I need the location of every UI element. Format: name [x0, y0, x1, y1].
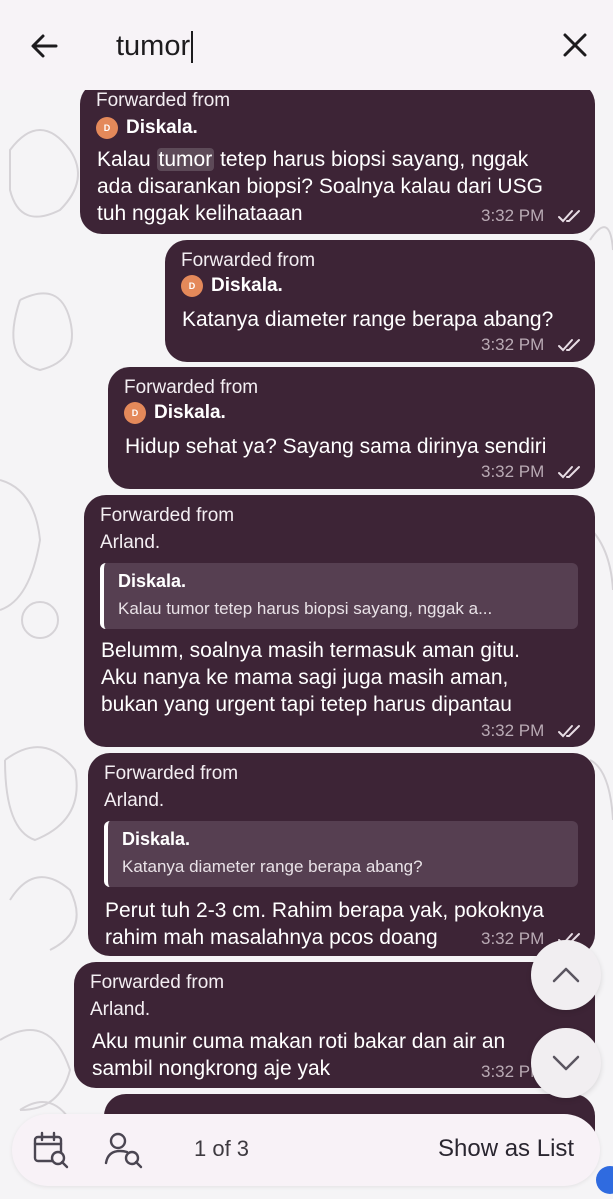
message-time: 3:32 PM: [481, 462, 545, 481]
quote-sender: Diskala.: [118, 571, 187, 591]
forward-sender[interactable]: D Diskala.: [181, 275, 283, 297]
message-bubble[interactable]: Forwarded from D Diskala. Hidup sehat ya…: [108, 367, 595, 489]
sender-name[interactable]: Arland.: [90, 999, 150, 1021]
forwarded-label: Forwarded from: [181, 250, 316, 271]
message-bubble[interactable]: Forwarded from Arland. Aku munir cuma ma…: [74, 962, 595, 1088]
forwarded-label: Forwarded from: [124, 377, 259, 398]
sender-name: Diskala.: [126, 117, 198, 138]
chevron-up-icon: [552, 967, 580, 983]
avatar: D: [96, 117, 118, 139]
show-as-list-button[interactable]: Show as List: [438, 1135, 574, 1163]
quote-text: Katanya diameter range berapa abang?: [122, 857, 423, 876]
search-input[interactable]: tumor: [116, 22, 516, 70]
back-arrow-icon[interactable]: [26, 28, 62, 64]
message-bubble[interactable]: Forwarded from Arland. Diskala. Katanya …: [88, 753, 595, 956]
double-check-icon: [558, 466, 580, 479]
message-bubble[interactable]: Forwarded from Arland. Diskala. Kalau tu…: [84, 495, 595, 747]
message-time: 3:32 PM: [481, 335, 545, 354]
text-caret: [191, 31, 194, 64]
scroll-down-button[interactable]: [531, 1028, 601, 1098]
search-highlight: tumor: [156, 148, 215, 171]
forward-sender[interactable]: D Diskala.: [96, 117, 198, 139]
text-before: Kalau: [97, 148, 157, 171]
quote-sender: Diskala.: [122, 829, 191, 849]
scroll-up-button[interactable]: [531, 940, 601, 1010]
avatar: D: [124, 402, 146, 424]
user-search-icon[interactable]: [104, 1131, 144, 1169]
double-check-icon: [558, 339, 580, 352]
forward-sender[interactable]: D Diskala.: [124, 402, 226, 424]
quote-text: Kalau tumor tetep harus biopsi sayang, n…: [118, 599, 493, 618]
message-text: Katanya diameter range berapa abang?: [182, 308, 554, 331]
forwarded-label: Forwarded from: [104, 763, 239, 784]
message-bubble[interactable]: Forwarded from D Diskala. Kalau tumor te…: [80, 82, 595, 234]
chevron-down-icon: [552, 1055, 580, 1071]
forwarded-label: Forwarded from: [96, 90, 231, 111]
search-results-bar: 1 of 3 Show as List: [12, 1114, 600, 1186]
message-text: Hidup sehat ya? Sayang sama dirinya send…: [125, 435, 547, 458]
sender-name: Diskala.: [211, 275, 283, 296]
result-counter: 1 of 3: [194, 1136, 250, 1161]
sender-name[interactable]: Arland.: [100, 532, 160, 554]
message-time: 3:32 PM: [481, 206, 545, 225]
calendar-search-icon[interactable]: [32, 1131, 70, 1169]
message-bubble[interactable]: Forwarded from D Diskala. Katanya diamet…: [165, 240, 595, 362]
reply-quote[interactable]: Diskala. Kalau tumor tetep harus biopsi …: [100, 563, 578, 629]
avatar: D: [181, 275, 203, 297]
sender-name[interactable]: Arland.: [104, 790, 164, 812]
close-icon[interactable]: [558, 28, 592, 62]
message-time: 3:32 PM: [481, 929, 545, 948]
message-text: Belumm, soalnya masih termasuk aman gitu…: [101, 639, 521, 716]
sender-name: Diskala.: [154, 402, 226, 423]
search-query-text: tumor: [116, 30, 191, 62]
reply-quote[interactable]: Diskala. Katanya diameter range berapa a…: [104, 821, 578, 887]
double-check-icon: [558, 210, 580, 223]
message-time: 3:32 PM: [481, 721, 545, 740]
forwarded-label: Forwarded from: [100, 505, 235, 526]
forwarded-label: Forwarded from: [90, 972, 225, 993]
search-top-bar: tumor: [0, 0, 613, 90]
double-check-icon: [558, 725, 580, 738]
